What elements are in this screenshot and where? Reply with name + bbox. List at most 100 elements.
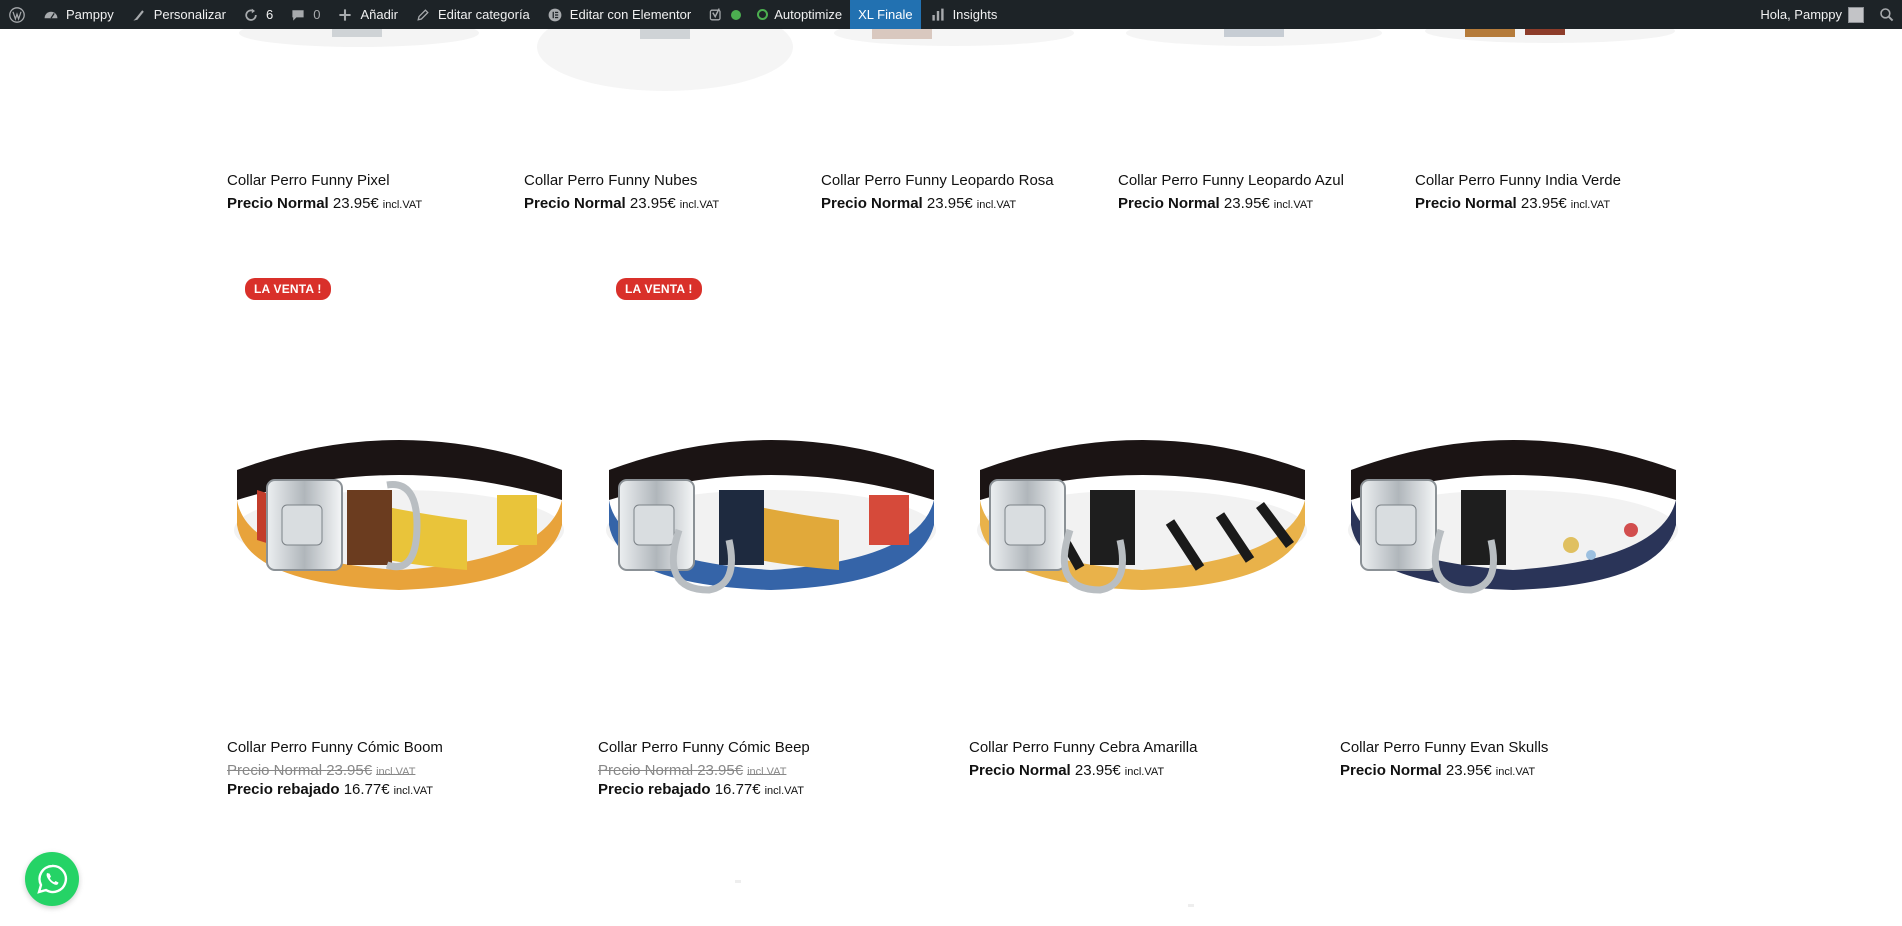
product-card-cebra-amarilla[interactable]: Collar Perro Funny Cebra Amarilla Precio… [969,739,1197,779]
xl-finale-button[interactable]: XL Finale [850,0,921,29]
old-price: Precio Normal 23.95€ incl.VAT [598,762,786,779]
price-label: Precio Normal [969,762,1071,779]
customize-label: Personalizar [153,7,226,22]
price-value: 23.95€ [1074,762,1121,779]
seo-status-dot [731,9,742,20]
sale-badge: LA VENTA ! [245,278,331,300]
vat-label: incl.VAT [382,199,423,211]
sale-price-label: Precio rebajado [227,781,340,798]
product-card-comic-beep[interactable]: Collar Perro Funny Cómic Beep Precio Nor… [598,739,810,798]
next-row-image-hint [735,880,741,883]
admin-bar: Pamppy Personalizar 6 0 Añadir Editar ca… [0,0,1902,29]
vat-label: incl.VAT [1273,199,1314,211]
updates-count: 6 [265,7,274,22]
comments-button[interactable]: 0 [281,0,328,29]
avatar [1848,6,1864,23]
product-title[interactable]: Collar Perro Funny Leopardo Azul [1118,172,1344,189]
price-value: 23.95€ [926,195,973,212]
product-card-comic-boom[interactable]: Collar Perro Funny Cómic Boom Precio Nor… [227,739,443,798]
greeting-label: Hola, Pamppy [1760,7,1842,22]
product-image-india-verde[interactable] [1415,29,1685,53]
sale-price-value: 16.77€ [714,781,761,798]
new-content-label: Añadir [360,7,399,22]
vat-label: incl.VAT [1570,199,1611,211]
updates-button[interactable]: 6 [234,0,281,29]
product-title[interactable]: Collar Perro Funny Nubes [524,172,719,189]
product-price: Precio Normal 23.95€ incl.VAT [227,195,422,212]
product-title[interactable]: Collar Perro Funny India Verde [1415,172,1621,189]
product-title[interactable]: Collar Perro Funny Cebra Amarilla [969,739,1197,756]
comments-count: 0 [313,7,321,22]
vat-label: incl.VAT [376,766,416,778]
product-image-leopardo-azul[interactable] [1119,29,1389,57]
product-price: Precio Normal 23.95€ incl.VAT [524,195,719,212]
sale-price-value: 16.77€ [343,781,390,798]
product-title[interactable]: Collar Perro Funny Cómic Beep [598,739,810,756]
price-label: Precio Normal [524,195,626,212]
product-card-leopardo-azul[interactable]: Collar Perro Funny Leopardo Azul Precio … [1118,172,1344,212]
vat-label: incl.VAT [976,199,1017,211]
product-price: Precio Normal 23.95€ incl.VAT [969,762,1197,779]
product-card-evan-skulls[interactable]: Collar Perro Funny Evan Skulls Precio No… [1340,739,1548,779]
product-title[interactable]: Collar Perro Funny Leopardo Rosa [821,172,1054,189]
new-content-button[interactable]: Añadir [328,0,406,29]
yoast-seo-button[interactable] [699,0,749,29]
old-price-value: 23.95€ [326,762,373,779]
product-image-evan-skulls[interactable] [1341,300,1684,645]
price-label: Precio Normal [821,195,923,212]
product-image-pixel[interactable] [227,29,492,59]
autoptimize-button[interactable]: Autoptimize [749,0,850,29]
product-card-nubes[interactable]: Collar Perro Funny Nubes Precio Normal 2… [524,172,719,212]
product-price: Precio Normal 23.95€ incl.VAT [1415,195,1621,212]
comment-icon [289,6,307,24]
old-price: Precio Normal 23.95€ incl.VAT [227,762,415,779]
product-image-leopardo-rosa[interactable] [822,29,1087,57]
vat-label: incl.VAT [1495,766,1536,778]
product-price: Precio Normal 23.95€ incl.VAT [1118,195,1344,212]
sale-price-label: Precio rebajado [598,781,711,798]
product-old-price: Precio Normal 23.95€ incl.VAT [598,762,810,779]
product-sale-price: Precio rebajado 16.77€ incl.VAT [227,781,443,798]
autoptimize-status-icon [757,9,769,20]
vat-label: incl.VAT [747,766,787,778]
edit-category-button[interactable]: Editar categoría [406,0,538,29]
vat-label: incl.VAT [393,785,433,797]
admin-search-button[interactable] [1872,0,1902,29]
customize-button[interactable]: Personalizar [122,0,234,29]
wordpress-icon [8,6,26,24]
whatsapp-chat-button[interactable] [25,852,79,906]
refresh-icon [242,6,260,24]
account-menu[interactable]: Hola, Pamppy [1752,0,1872,29]
vat-label: incl.VAT [1124,766,1165,778]
xl-finale-label: XL Finale [858,7,913,22]
brush-icon [130,6,148,24]
insights-button[interactable]: Insights [921,0,1006,29]
sale-badge: LA VENTA ! [616,278,702,300]
product-price: Precio Normal 23.95€ incl.VAT [821,195,1054,212]
product-card-pixel[interactable]: Collar Perro Funny Pixel Precio Normal 2… [227,172,422,212]
vat-label: incl.VAT [679,199,720,211]
autoptimize-label: Autoptimize [774,7,843,22]
yoast-icon [707,6,725,24]
product-title[interactable]: Collar Perro Funny Evan Skulls [1340,739,1548,756]
price-label: Precio Normal [1340,762,1442,779]
product-title[interactable]: Collar Perro Funny Cómic Boom [227,739,443,756]
product-card-leopardo-rosa[interactable]: Collar Perro Funny Leopardo Rosa Precio … [821,172,1054,212]
price-value: 23.95€ [1520,195,1567,212]
old-price-value: 23.95€ [697,762,744,779]
edit-with-elementor-button[interactable]: Editar con Elementor [538,0,699,29]
product-sale-price: Precio rebajado 16.77€ incl.VAT [598,781,810,798]
edit-with-elementor-label: Editar con Elementor [569,7,692,22]
product-old-price: Precio Normal 23.95€ incl.VAT [227,762,443,779]
dashboard-icon [42,6,60,24]
product-image-comic-boom[interactable] [227,300,570,645]
product-image-cebra-amarilla[interactable] [970,300,1313,645]
product-title[interactable]: Collar Perro Funny Pixel [227,172,422,189]
product-image-comic-beep[interactable] [599,300,942,645]
wordpress-logo-button[interactable] [0,0,34,29]
site-name-menu[interactable]: Pamppy [34,0,122,29]
price-value: 23.95€ [1223,195,1270,212]
bar-chart-icon [929,6,947,24]
product-image-nubes[interactable] [535,29,795,94]
product-card-india-verde[interactable]: Collar Perro Funny India Verde Precio No… [1415,172,1621,212]
